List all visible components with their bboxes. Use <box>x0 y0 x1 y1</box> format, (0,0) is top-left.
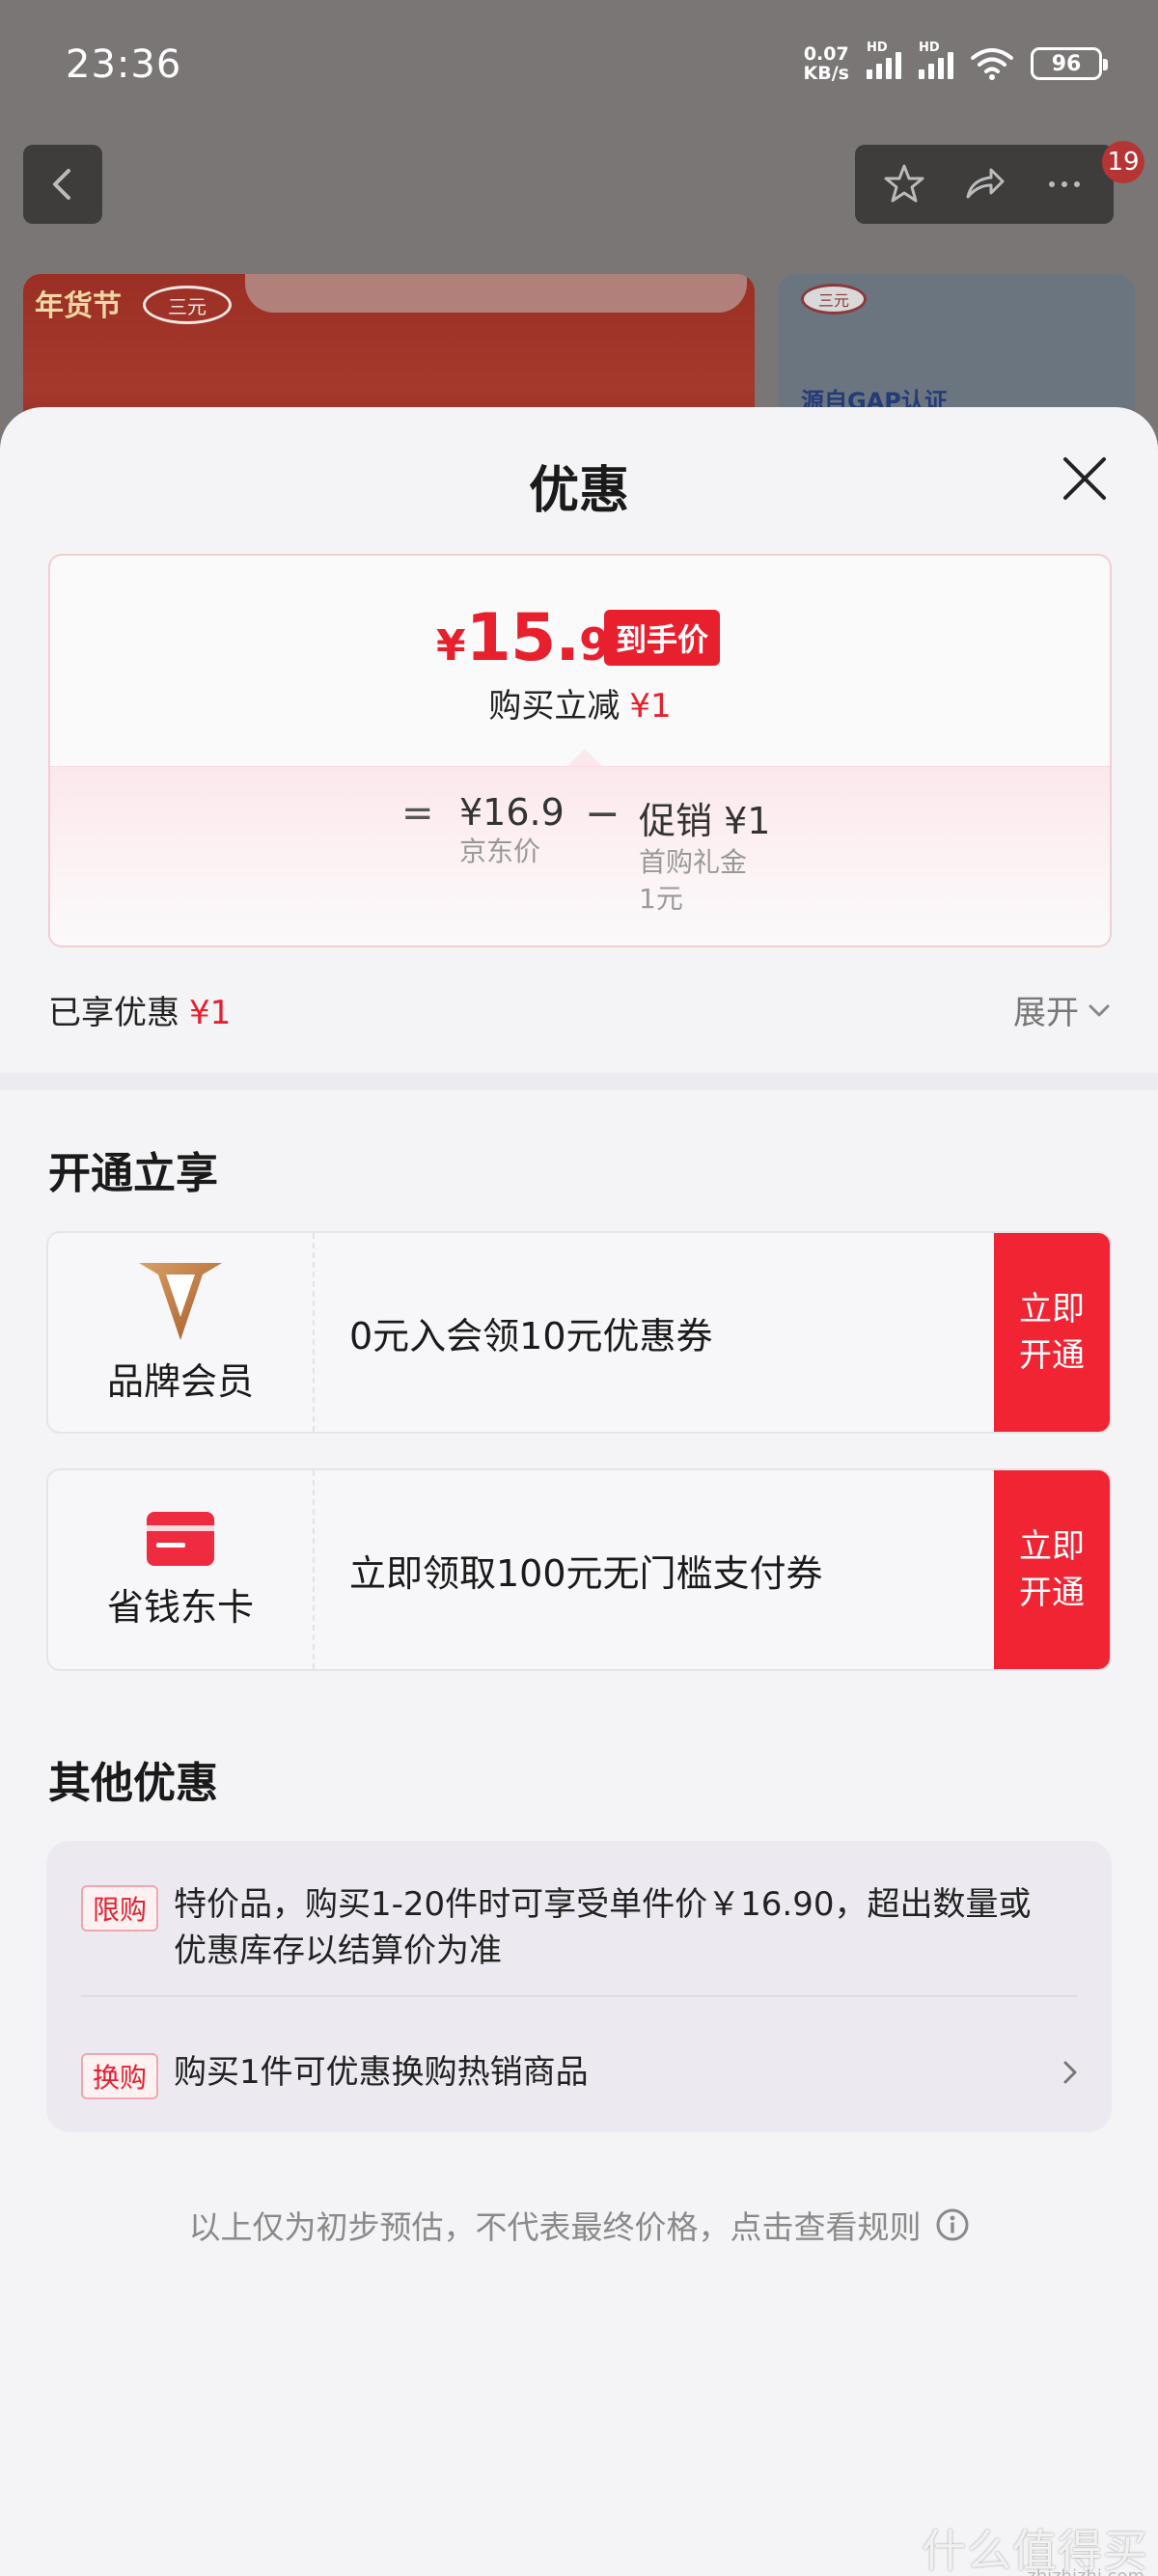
status-time: 23:36 <box>66 42 182 87</box>
jd-price-value: ¥16.9 <box>459 791 565 834</box>
expand-button[interactable]: 展开 <box>1013 986 1112 1033</box>
status-icons: 0.07 KB/s HD HD 96 <box>804 41 1108 83</box>
info-icon <box>936 2208 968 2241</box>
minus-sign: − <box>585 789 620 838</box>
sheet-title: 优惠 <box>528 462 629 520</box>
savings-card[interactable]: 省钱东卡 立即领取100元无门槛支付券 立即开通 <box>46 1468 1112 1671</box>
more-icon[interactable] <box>1040 160 1089 208</box>
red-card-icon <box>147 1511 214 1566</box>
nav-actions <box>855 145 1114 224</box>
disclaimer-text: 以上仅为初步预估，不代表最终价格，点击查看规则 <box>188 2208 922 2246</box>
equals-sign: = <box>401 791 434 836</box>
brand-logo: 三元 <box>143 286 232 324</box>
signal-icon: HD <box>919 41 953 79</box>
expand-label: 展开 <box>1013 994 1079 1032</box>
network-speed-unit: KB/s <box>803 63 849 84</box>
back-button[interactable] <box>23 145 102 224</box>
chevron-right-icon <box>1063 2061 1077 2084</box>
discount-sheet: 优惠 ¥ 15. 9 到手价 购买立减 ¥1 = ¥16.9 京东价 − 促销 ¥… <box>0 407 1158 2576</box>
watermark-sub: zhizhizhi.com <box>1027 2566 1144 2576</box>
final-price: ¥ 15. 9 <box>436 600 610 676</box>
chevron-down-icon <box>1089 1004 1110 1016</box>
limit-purchase-row: 限购 特价品，购买1-20件时可享受单件价￥16.90，超出数量或优惠库存以结算… <box>81 1885 1085 1982</box>
status-bar: 23:36 0.07 KB/s HD HD 96 <box>0 0 1158 135</box>
row-divider <box>81 1995 1077 1997</box>
membership-desc: 0元入会领10元优惠券 <box>349 1314 713 1357</box>
membership-desc: 立即领取100元无门槛支付券 <box>349 1551 823 1595</box>
exchange-text: 购买1件可优惠换购热销商品 <box>174 2053 589 2092</box>
other-section-title: 其他优惠 <box>48 1759 218 1808</box>
currency-symbol: ¥ <box>436 621 466 671</box>
banner-decoration <box>245 274 747 313</box>
price-card: ¥ 15. 9 到手价 购买立减 ¥1 = ¥16.9 京东价 − 促销 ¥1 首… <box>48 554 1112 947</box>
battery-level: 96 <box>1051 51 1082 76</box>
brand-v-icon <box>139 1262 222 1340</box>
share-icon[interactable] <box>960 160 1008 208</box>
jd-price-label: 京东价 <box>459 836 541 867</box>
buy-reduce-amount: ¥1 <box>629 687 672 726</box>
brand-membership-card[interactable]: 品牌会员 0元入会领10元优惠券 立即开通 <box>46 1231 1112 1434</box>
price-integer: 15. <box>465 600 580 676</box>
hd-label: HD <box>867 41 888 55</box>
enjoyed-label: 已享优惠 <box>48 994 179 1032</box>
other-discounts: 限购 特价品，购买1-20件时可享受单件价￥16.90，超出数量或优惠库存以结算… <box>46 1841 1112 2132</box>
enjoyed-amount: ¥1 <box>189 994 232 1032</box>
price-notch <box>567 749 602 766</box>
promo-sub: 1元 <box>639 883 683 915</box>
promo-value: 促销 ¥1 <box>639 800 771 842</box>
network-speed: 0.07 KB/s <box>804 44 849 83</box>
limit-text: 特价品，购买1-20件时可享受单件价￥16.90，超出数量或优惠库存以结算价为准 <box>174 1885 1032 1970</box>
exchange-chip: 换购 <box>81 2053 159 2099</box>
open-now-button[interactable]: 立即开通 <box>994 1470 1110 1669</box>
promo-discount: 促销 ¥1 首购礼金 1元 <box>639 791 770 918</box>
membership-name: 省钱东卡 <box>106 1585 254 1629</box>
close-icon[interactable] <box>1058 452 1112 506</box>
savings-card-left: 省钱东卡 <box>48 1470 315 1669</box>
price-breakdown-area <box>50 766 1110 945</box>
final-price-tag: 到手价 <box>604 610 721 666</box>
limit-chip: 限购 <box>81 1885 159 1932</box>
open-section-title: 开通立享 <box>48 1149 218 1198</box>
promo-label: 首购礼金 <box>639 846 748 878</box>
background-page: 23:36 0.07 KB/s HD HD 96 19 年货节 三元 三元 源自… <box>0 0 1158 467</box>
disclaimer[interactable]: 以上仅为初步预估，不代表最终价格，点击查看规则 <box>0 2202 1158 2248</box>
brand-membership-left: 品牌会员 <box>48 1233 315 1432</box>
brand-logo: 三元 <box>801 284 867 315</box>
network-speed-value: 0.07 <box>803 43 849 65</box>
notification-badge: 19 <box>1102 141 1144 183</box>
wifi-icon <box>971 48 1013 80</box>
hd-label: HD <box>919 41 940 55</box>
enjoyed-discount: 已享优惠 ¥1 <box>48 986 231 1033</box>
battery-icon: 96 <box>1031 47 1108 80</box>
jd-price: ¥16.9 京东价 <box>459 791 565 870</box>
star-icon[interactable] <box>880 160 928 208</box>
exchange-purchase-row[interactable]: 换购 购买1件可优惠换购热销商品 <box>81 2053 1085 2101</box>
membership-name: 品牌会员 <box>106 1359 254 1403</box>
banner-tag: 年货节 <box>35 289 122 323</box>
buy-reduce-label: 购买立减 <box>488 687 620 726</box>
open-now-button[interactable]: 立即开通 <box>994 1233 1110 1432</box>
chevron-left-icon <box>53 169 70 200</box>
buy-reduce: 购买立减 ¥1 <box>50 679 1110 726</box>
signal-icon: HD <box>867 41 901 79</box>
section-divider <box>0 1073 1158 1090</box>
